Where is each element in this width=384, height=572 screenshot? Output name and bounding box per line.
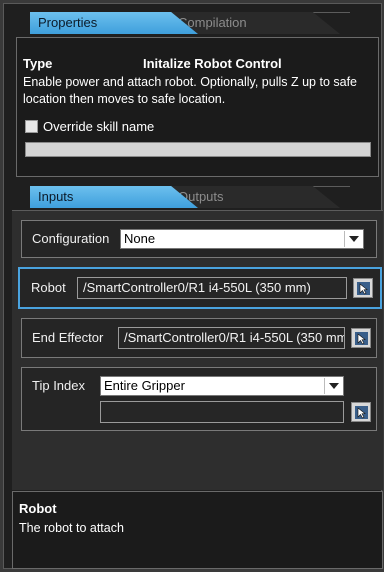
override-skill-label: Override skill name [43, 119, 155, 134]
pointer-select-icon [355, 406, 368, 419]
pointer-select-icon [357, 282, 370, 295]
chevron-down-icon[interactable] [344, 231, 362, 247]
type-label: Type [23, 56, 53, 71]
override-skill-checkbox[interactable] [25, 120, 38, 133]
top-tab-bar: Compilation Properties [30, 12, 360, 34]
tip-index-extra-field[interactable] [100, 401, 344, 423]
tab-inputs[interactable]: Inputs [30, 186, 198, 208]
tip-index-value: Entire Gripper [104, 378, 185, 393]
robot-label: Robot [31, 280, 66, 295]
type-value: Initalize Robot Control [143, 56, 282, 71]
tab-inputs-label: Inputs [38, 189, 74, 204]
help-text: The robot to attach [19, 521, 124, 535]
tip-index-pick-button[interactable] [351, 402, 371, 422]
chevron-down-icon[interactable] [324, 378, 342, 394]
robot-pick-button[interactable] [353, 278, 373, 298]
end-effector-label: End Effector [32, 330, 104, 345]
help-box: Robot The robot to attach [12, 491, 383, 569]
configuration-group: Configuration None [21, 220, 377, 258]
properties-panel: Compilation Properties Type Initalize Ro… [3, 3, 383, 569]
tab-properties[interactable]: Properties [30, 12, 198, 34]
robot-group: Robot /SmartController0/R1 i4-550L (350 … [18, 267, 382, 309]
tip-index-label: Tip Index [32, 378, 85, 393]
skill-name-input[interactable] [25, 142, 371, 157]
tip-index-group: Tip Index Entire Gripper [21, 367, 377, 431]
type-description: Enable power and attach robot. Optionall… [23, 75, 357, 106]
configuration-value: None [124, 231, 156, 246]
configuration-label: Configuration [32, 231, 110, 246]
configuration-dropdown[interactable]: None [120, 229, 364, 249]
tab-properties-label: Properties [38, 15, 98, 30]
tab-outputs[interactable]: Outputs [170, 186, 340, 208]
robot-field[interactable]: /SmartController0/R1 i4-550L (350 mm) [77, 277, 347, 299]
tip-index-dropdown[interactable]: Entire Gripper [100, 376, 344, 396]
end-effector-group: End Effector /SmartController0/R1 i4-550… [21, 318, 377, 358]
help-title: Robot [19, 501, 57, 516]
pointer-select-icon [355, 332, 368, 345]
end-effector-field[interactable]: /SmartController0/R1 i4-550L (350 mm [118, 327, 345, 349]
properties-box: Type Initalize Robot Control Enable powe… [16, 37, 379, 177]
override-skill-row: Override skill name [25, 119, 154, 134]
tab-compilation[interactable]: Compilation [170, 12, 340, 34]
end-effector-pick-button[interactable] [351, 328, 371, 348]
inputs-area: Configuration None Robot /SmartControlle… [12, 210, 383, 490]
inputs-tab-bar: Outputs Inputs [30, 186, 360, 208]
